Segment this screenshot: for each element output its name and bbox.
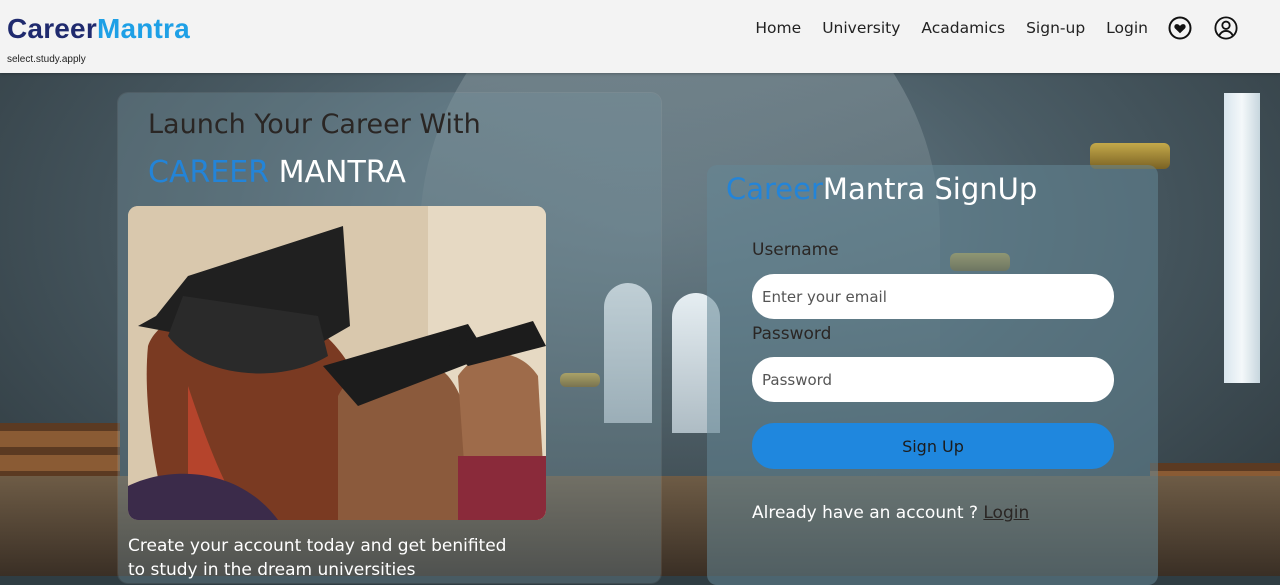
password-input[interactable] <box>752 357 1114 402</box>
promo-title: Launch Your Career With <box>148 109 481 140</box>
promo-brand-part2: MANTRA <box>278 155 406 190</box>
brand-logo-part1: Career <box>7 13 97 44</box>
top-header: CareerMantra select.study.apply Home Uni… <box>0 0 1280 73</box>
password-label: Password <box>752 324 832 344</box>
signup-title-part2: Mantra SignUp <box>822 172 1038 206</box>
promo-description: Create your account today and get benifi… <box>128 536 507 580</box>
already-account-row: Already have an account ? Login <box>752 503 1029 523</box>
promo-panel: Launch Your Career With CAREER MANTRA Cr… <box>118 93 661 583</box>
heart-icon[interactable] <box>1168 16 1192 40</box>
promo-brand: CAREER MANTRA <box>148 155 406 190</box>
nav-link-university[interactable]: University <box>822 19 900 37</box>
background-window <box>1224 93 1260 383</box>
signup-button[interactable]: Sign Up <box>752 423 1114 469</box>
signup-card: CareerMantra SignUp Username Password Si… <box>707 165 1158 585</box>
brand-logo[interactable]: CareerMantra <box>7 13 190 45</box>
graduates-photo <box>128 206 546 520</box>
already-account-text: Already have an account ? <box>752 503 978 523</box>
main-nav: Home University Acadamics Sign-up Login <box>734 0 1280 56</box>
brand-logo-part2: Mantra <box>96 13 190 44</box>
promo-brand-part1: CAREER <box>148 155 270 190</box>
brand-tagline: select.study.apply <box>7 54 86 65</box>
nav-link-signup[interactable]: Sign-up <box>1026 19 1085 37</box>
login-link[interactable]: Login <box>983 503 1029 523</box>
user-account-icon[interactable] <box>1214 16 1238 40</box>
signup-title-part1: Career <box>726 172 823 206</box>
signup-title: CareerMantra SignUp <box>726 172 1037 206</box>
nav-link-home[interactable]: Home <box>755 19 801 37</box>
nav-link-login[interactable]: Login <box>1106 19 1148 37</box>
username-input[interactable] <box>752 274 1114 319</box>
username-label: Username <box>752 240 839 260</box>
nav-link-academics[interactable]: Acadamics <box>921 19 1005 37</box>
